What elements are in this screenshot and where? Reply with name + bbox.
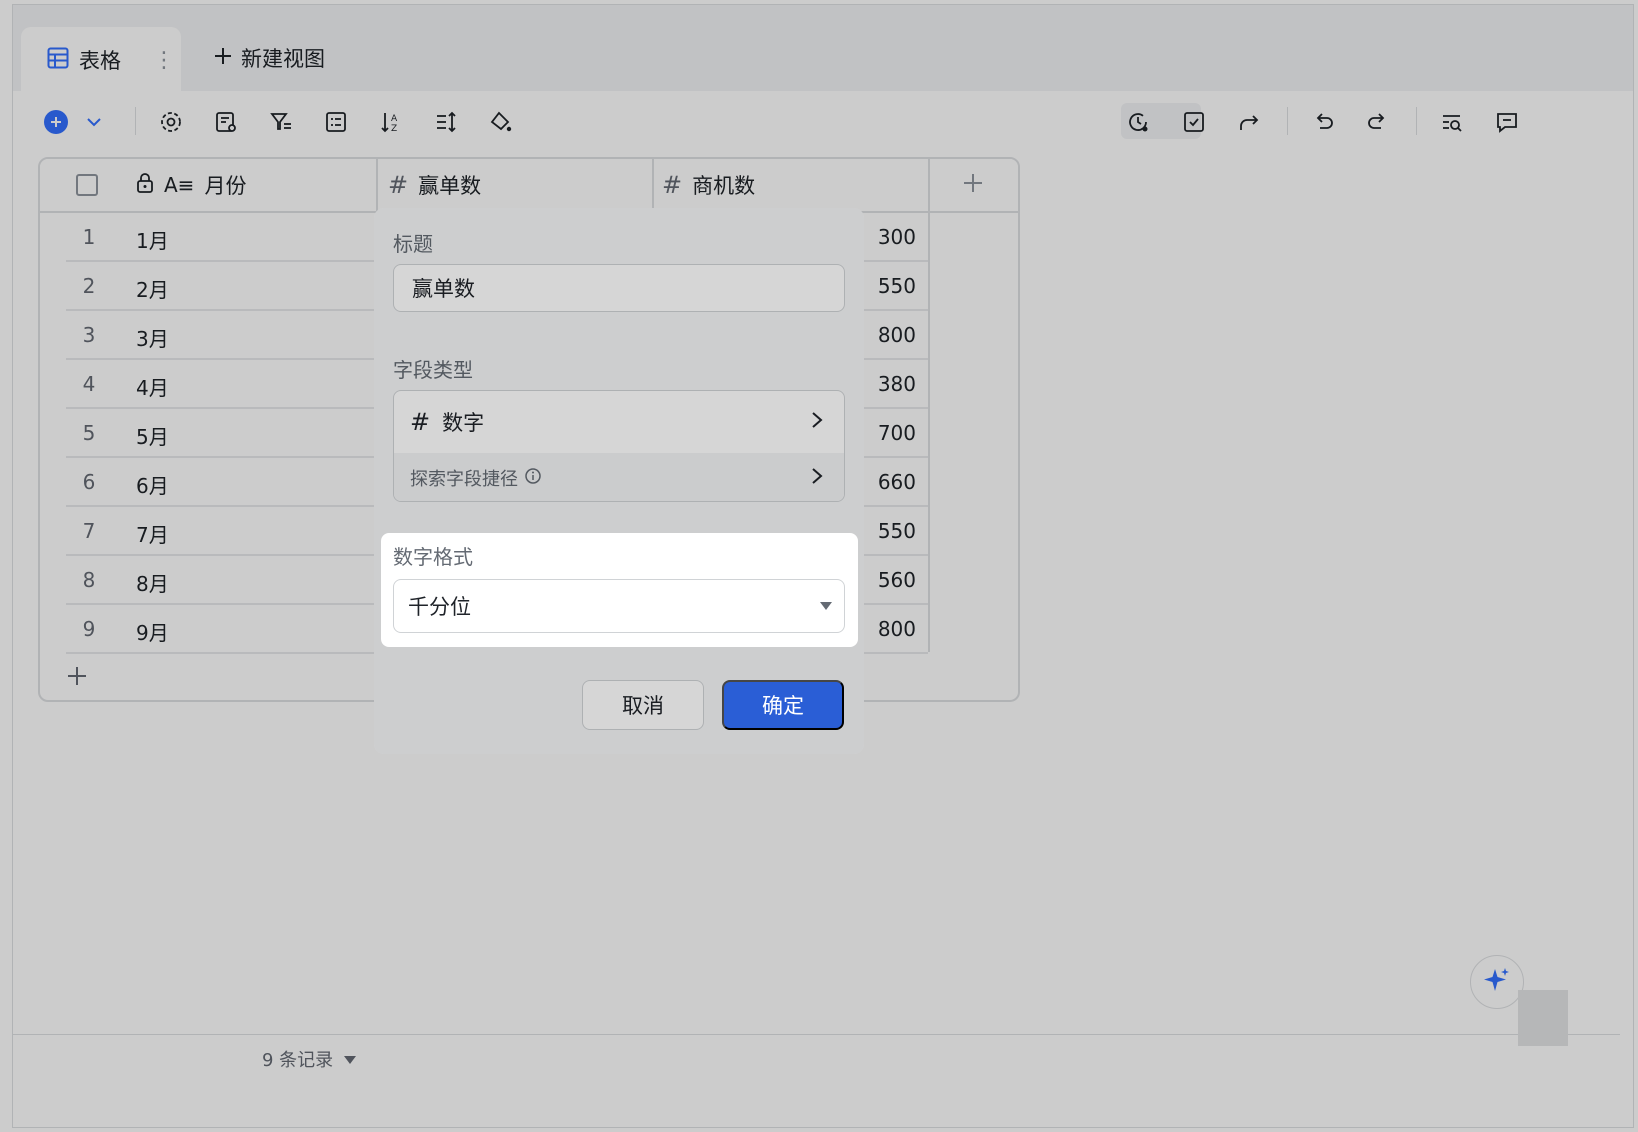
number-format-value: 千分位 [408, 595, 471, 619]
number-format-section: 数字格式 千分位 [381, 533, 858, 647]
caret-down-icon [820, 602, 832, 610]
number-format-select[interactable]: 千分位 [393, 579, 845, 633]
field-edit-dialog: 标题 赢单数 字段类型 # 数字 探索字段捷径 取消 确定 [374, 208, 864, 754]
confirm-label: 确定 [762, 694, 804, 718]
number-format-label: 数字格式 [393, 545, 473, 569]
dialog-dim-layer [374, 208, 864, 754]
